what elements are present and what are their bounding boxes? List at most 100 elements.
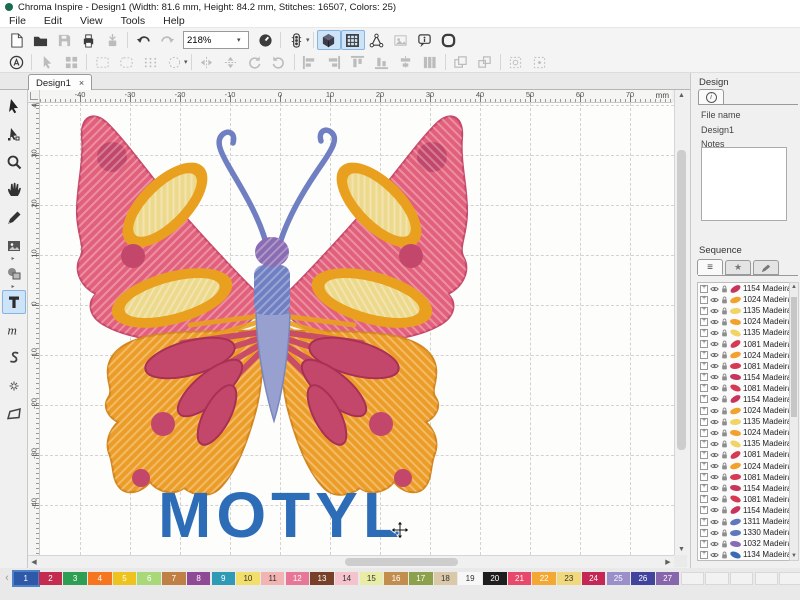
lock-icon[interactable] xyxy=(721,429,728,437)
expand-icon[interactable]: + xyxy=(700,362,708,370)
expand-icon[interactable]: + xyxy=(700,540,708,548)
expand-icon[interactable]: + xyxy=(700,407,708,415)
visibility-eye-icon[interactable] xyxy=(710,463,719,469)
lock-icon[interactable] xyxy=(721,384,728,392)
design-info-tab[interactable]: i xyxy=(698,89,724,105)
rotate-ccw-button[interactable] xyxy=(243,52,267,72)
scroll-left-icon[interactable]: ◀ xyxy=(29,558,39,566)
menu-file[interactable]: File xyxy=(0,14,35,27)
expand-icon[interactable]: + xyxy=(700,296,708,304)
sequence-scroll-thumb[interactable] xyxy=(791,297,797,417)
flip-v-button[interactable] xyxy=(219,52,243,72)
palette-swatch-16[interactable]: 16 xyxy=(384,572,408,585)
redwork-tool-button[interactable] xyxy=(2,346,26,370)
palette-swatch-25[interactable]: 25 xyxy=(607,572,631,585)
lock-icon[interactable] xyxy=(721,407,728,415)
canvas-horizontal-scrollbar[interactable]: ◀ ▶ xyxy=(28,555,674,567)
show-picture-button[interactable] xyxy=(389,30,413,50)
align-left-button[interactable] xyxy=(298,52,322,72)
save-button[interactable] xyxy=(52,30,76,50)
visibility-eye-icon[interactable] xyxy=(710,419,719,425)
palette-swatch-27[interactable]: 27 xyxy=(656,572,680,585)
sequence-row[interactable]: +1024 Madeira R xyxy=(698,461,792,472)
visibility-eye-icon[interactable] xyxy=(710,396,719,402)
select-objects-button[interactable] xyxy=(35,52,59,72)
lock-icon[interactable] xyxy=(721,362,728,370)
sequence-row[interactable]: +1135 Madeira R xyxy=(698,305,792,316)
palette-swatch-2[interactable]: 2 xyxy=(39,572,63,585)
lock-icon[interactable] xyxy=(721,462,728,470)
palette-swatch-24[interactable]: 24 xyxy=(582,572,606,585)
marquee-rounded-button[interactable] xyxy=(114,52,138,72)
lock-icon[interactable] xyxy=(721,518,728,526)
horizontal-scroll-thumb[interactable] xyxy=(345,558,458,566)
visibility-eye-icon[interactable] xyxy=(710,430,719,436)
sequence-list-tab[interactable]: ≡ xyxy=(697,259,723,275)
lock-icon[interactable] xyxy=(721,395,728,403)
sequence-row[interactable]: +1081 Madeira R xyxy=(698,361,792,372)
palette-swatch-26[interactable]: 26 xyxy=(631,572,655,585)
visibility-eye-icon[interactable] xyxy=(710,341,719,347)
visibility-eye-icon[interactable] xyxy=(710,352,719,358)
palette-swatch-22[interactable]: 22 xyxy=(532,572,556,585)
sequence-row[interactable]: +1024 Madeira R xyxy=(698,316,792,327)
sequence-row[interactable]: +1135 Madeira R xyxy=(698,327,792,338)
design-lettering[interactable]: MOTYL xyxy=(158,483,407,547)
visibility-eye-icon[interactable] xyxy=(710,330,719,336)
menu-help[interactable]: Help xyxy=(154,14,194,27)
zoom-level-input[interactable] xyxy=(184,34,237,47)
picture-tool-flyout-icon[interactable]: ▸ xyxy=(12,255,15,262)
transform-points-button[interactable] xyxy=(528,52,552,72)
align-top-button[interactable] xyxy=(346,52,370,72)
sequence-row[interactable]: +1135 Madeira R xyxy=(698,438,792,449)
select-tool-button[interactable] xyxy=(2,94,26,118)
expand-icon[interactable]: + xyxy=(700,373,708,381)
scroll-up-icon[interactable]: ▲ xyxy=(675,92,688,99)
palette-swatch-14[interactable]: 14 xyxy=(335,572,359,585)
expand-icon[interactable]: + xyxy=(700,462,708,470)
stitch-simulator-button[interactable] xyxy=(284,30,308,50)
view-grid-button[interactable] xyxy=(341,30,365,50)
visibility-eye-icon[interactable] xyxy=(710,519,719,525)
expand-icon[interactable]: + xyxy=(700,429,708,437)
notes-input[interactable] xyxy=(701,147,787,221)
palette-swatch-13[interactable]: 13 xyxy=(310,572,334,585)
seq-scroll-up-icon[interactable]: ▲ xyxy=(790,284,798,290)
visibility-eye-icon[interactable] xyxy=(710,374,719,380)
lock-icon[interactable] xyxy=(721,451,728,459)
sequence-row[interactable]: +1154 Madeira R xyxy=(698,372,792,383)
expand-icon[interactable]: + xyxy=(700,307,708,315)
menu-tools[interactable]: Tools xyxy=(112,14,155,27)
lock-icon[interactable] xyxy=(721,506,728,514)
sequence-row[interactable]: +1081 Madeira R xyxy=(698,338,792,349)
visibility-eye-icon[interactable] xyxy=(710,363,719,369)
menu-view[interactable]: View xyxy=(71,14,112,27)
expand-icon[interactable]: + xyxy=(700,418,708,426)
palette-swatch-4[interactable]: 4 xyxy=(88,572,112,585)
show-hoop-button[interactable] xyxy=(437,30,461,50)
lock-icon[interactable] xyxy=(721,473,728,481)
lock-icon[interactable] xyxy=(721,529,728,537)
flip-h-button[interactable] xyxy=(195,52,219,72)
lock-icon[interactable] xyxy=(721,540,728,548)
visibility-eye-icon[interactable] xyxy=(710,541,719,547)
palette-swatch-10[interactable]: 10 xyxy=(236,572,260,585)
lock-icon[interactable] xyxy=(721,440,728,448)
palette-swatch-1[interactable]: 1 xyxy=(14,572,38,585)
sequence-row[interactable]: +1081 Madeira R xyxy=(698,449,792,460)
print-button[interactable] xyxy=(76,30,100,50)
visibility-eye-icon[interactable] xyxy=(710,530,719,536)
expand-icon[interactable]: + xyxy=(700,285,708,293)
expand-icon[interactable]: + xyxy=(700,484,708,492)
file-new-button[interactable] xyxy=(4,30,28,50)
lock-icon[interactable] xyxy=(721,373,728,381)
palette-swatch-8[interactable]: 8 xyxy=(187,572,211,585)
select-lasso-dropdown-icon[interactable]: ▾ xyxy=(184,58,188,66)
expand-icon[interactable]: + xyxy=(700,551,708,559)
sequence-row[interactable]: +1134 Madeira R xyxy=(698,549,792,560)
expand-icon[interactable]: + xyxy=(700,506,708,514)
palette-swatch-21[interactable]: 21 xyxy=(508,572,532,585)
palette-swatch-5[interactable]: 5 xyxy=(113,572,137,585)
undo-button[interactable] xyxy=(131,30,155,50)
export-machine-button[interactable] xyxy=(100,30,124,50)
